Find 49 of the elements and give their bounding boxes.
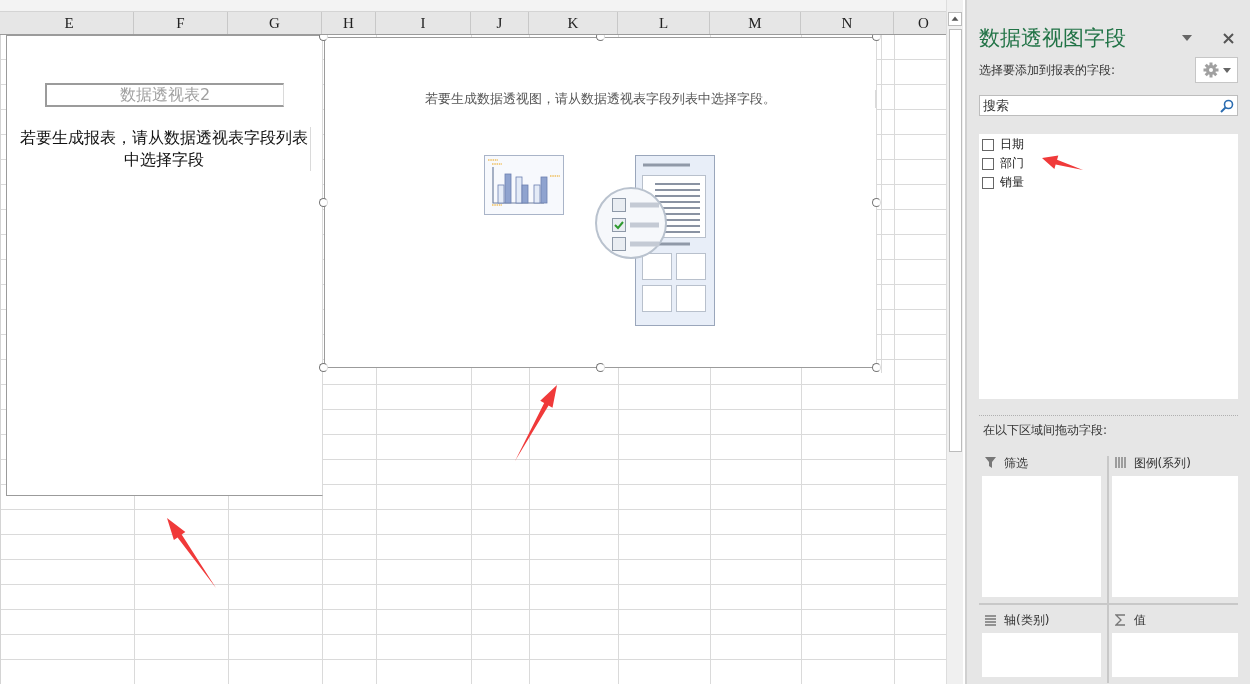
column-header[interactable]: N [801,12,894,34]
annotation-arrow [1042,155,1083,170]
field-name[interactable]: 日期 [1000,136,1024,153]
annotation-arrow [167,518,216,588]
checkbox[interactable] [982,176,994,189]
field-name[interactable]: 部门 [1000,155,1024,172]
search-field[interactable]: 搜索 [979,95,1238,116]
pivot-table-placeholder[interactable]: 数据透视表2 若要生成报表，请从数据透视表字段列表中选择字段 [6,35,323,496]
pivot-table-message: 若要生成报表，请从数据透视表字段列表中选择字段 [18,127,311,171]
dropdown-caret-icon[interactable] [1181,34,1193,42]
pivot-table-name: 数据透视表2 [45,83,284,107]
field-name[interactable]: 销量 [1000,174,1024,191]
filter-icon [985,457,996,469]
column-header[interactable]: K [529,12,618,34]
field-list-label: 选择要添加到报表的字段: [979,61,1116,79]
resize-handle[interactable] [319,197,328,207]
scroll-up-icon[interactable] [948,12,962,26]
column-header[interactable]: H [322,12,376,34]
area-label: 图例(系列) [1133,454,1191,472]
search-icon [1220,99,1234,113]
settings-button[interactable] [1195,57,1238,83]
area-label: 轴(类别) [1004,611,1050,629]
pivot-chart-placeholder[interactable]: 若要生成数据透视图，请从数据透视表字段列表中选择字段。 [324,37,877,368]
column-header[interactable]: M [710,12,801,34]
scrollbar-thumb[interactable] [948,29,962,452]
pivot-chart-message: 若要生成数据透视图，请从数据透视表字段列表中选择字段。 [424,90,776,108]
gear-icon [1202,62,1219,78]
area-label: 值 [1133,611,1146,629]
resize-handle[interactable] [319,363,328,372]
checkbox[interactable] [982,157,994,170]
sigma-icon [1114,614,1126,626]
legend-icon [1114,457,1126,469]
axis-icon [985,614,996,626]
caret-icon [1222,67,1231,73]
checkbox[interactable] [982,138,994,151]
column-header[interactable]: I [376,12,471,34]
column-header[interactable]: J [471,12,529,34]
resize-handle[interactable] [872,197,881,207]
column-header[interactable]: E [5,12,134,34]
resize-handle[interactable] [595,35,605,41]
column-header[interactable]: L [618,12,710,34]
panel-title: 数据透视图字段 [979,25,1127,52]
column-header[interactable]: G [228,12,322,34]
column-header[interactable]: F [134,12,228,34]
areas-label: 在以下区域间拖动字段: [982,422,1109,439]
area-label: 筛选 [1004,454,1028,472]
resize-handle[interactable] [595,363,605,372]
close-icon[interactable] [1223,32,1234,44]
resize-handle[interactable] [872,363,881,372]
